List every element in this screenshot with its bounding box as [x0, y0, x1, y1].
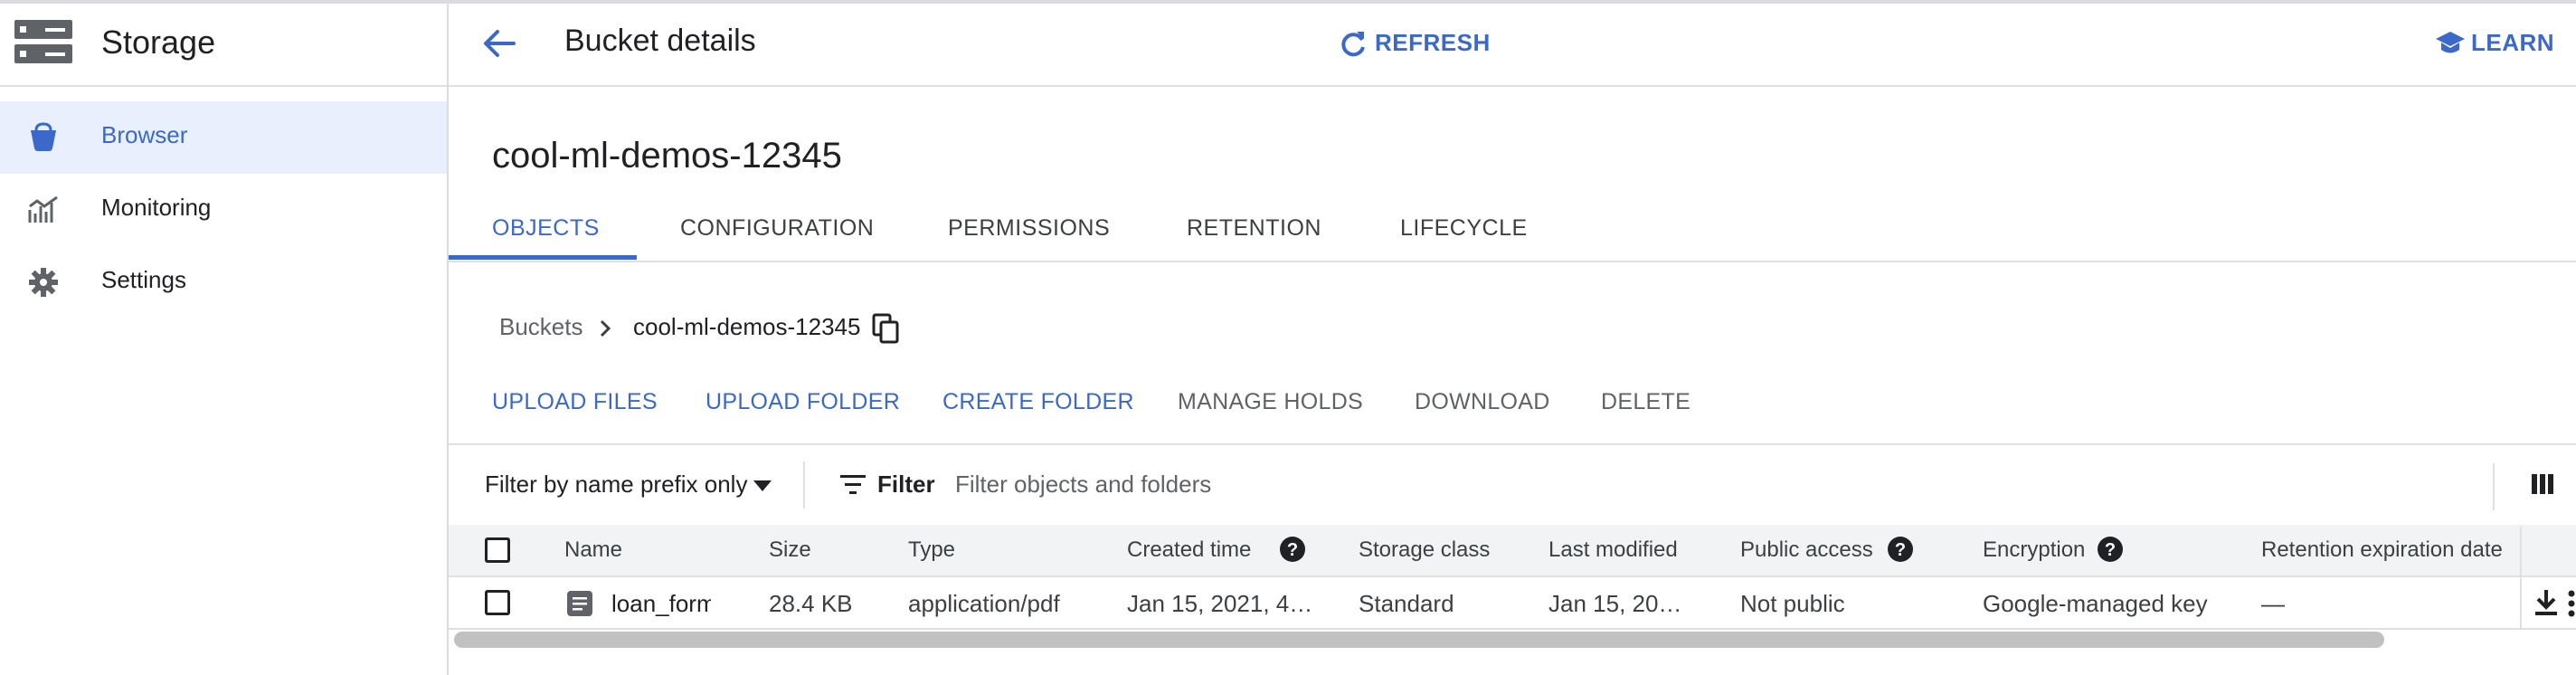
cell-created: Jan 15, 2021, 4…	[1127, 590, 1313, 617]
svg-text:?: ?	[2105, 540, 2116, 560]
cell-encryption: Google-managed key	[1983, 590, 2208, 617]
table-header: Name Size Type Created time ? Storage cl…	[449, 525, 2576, 577]
help-icon[interactable]: ?	[1279, 536, 1306, 567]
filter-divider	[803, 461, 805, 509]
help-icon[interactable]: ?	[2097, 536, 2124, 567]
tab-retention[interactable]: RETENTION	[1187, 215, 1321, 242]
svg-text:?: ?	[1895, 540, 1906, 560]
tab-permissions[interactable]: PERMISSIONS	[948, 215, 1110, 242]
bucket-icon	[27, 121, 60, 154]
cell-size: 28.4 KB	[769, 590, 853, 617]
download-button[interactable]: DOWNLOAD	[1415, 389, 1550, 415]
back-arrow-icon[interactable]	[481, 25, 517, 62]
sidebar-item-monitoring[interactable]: Monitoring	[0, 174, 447, 246]
gear-icon	[27, 266, 60, 299]
row-checkbox[interactable]	[485, 590, 510, 615]
tab-bar: OBJECTS CONFIGURATION PERMISSIONS RETENT…	[449, 208, 2576, 262]
chevron-right-icon	[597, 318, 613, 343]
sidebar-item-label: Settings	[101, 266, 186, 293]
table-row[interactable]: loan_form 28.4 KB application/pdf Jan 15…	[449, 577, 2576, 630]
filter-list-icon	[839, 472, 867, 500]
delete-button[interactable]: DELETE	[1601, 389, 1690, 415]
cell-retention: —	[2261, 590, 2285, 617]
column-header-encryption[interactable]: Encryption	[1983, 537, 2085, 563]
cell-type: application/pdf	[908, 590, 1060, 617]
refresh-icon	[1341, 32, 1365, 57]
download-icon[interactable]	[2533, 588, 2560, 622]
column-header-created[interactable]: Created time	[1127, 537, 1251, 563]
svg-text:?: ?	[1287, 540, 1298, 560]
cell-public-access: Not public	[1740, 590, 1845, 617]
column-header-public-access[interactable]: Public access	[1740, 537, 1873, 563]
cell-storage-class: Standard	[1359, 590, 1454, 617]
cell-last-modified: Jan 15, 20…	[1548, 590, 1682, 617]
school-icon	[2436, 32, 2465, 53]
learn-label: LEARN	[2471, 29, 2555, 56]
sidebar-header: Storage	[0, 4, 447, 87]
storage-icon	[14, 20, 72, 70]
monitoring-icon	[27, 194, 60, 226]
more-vert-icon[interactable]	[2567, 590, 2576, 622]
upload-files-button[interactable]: UPLOAD FILES	[492, 389, 658, 415]
manage-holds-button[interactable]: MANAGE HOLDS	[1178, 389, 1363, 415]
select-all-checkbox[interactable]	[485, 537, 510, 563]
help-icon[interactable]: ?	[1887, 536, 1914, 567]
upload-folder-button[interactable]: UPLOAD FOLDER	[706, 389, 900, 415]
tab-objects[interactable]: OBJECTS	[492, 215, 600, 242]
page-header: Bucket details REFRESH LEARN	[449, 4, 2576, 87]
sidebar-title: Storage	[101, 24, 216, 61]
sticky-column-divider	[2520, 527, 2522, 630]
column-header-name[interactable]: Name	[564, 537, 622, 563]
filter-bar: Filter by name prefix only Filter	[449, 443, 2576, 527]
active-tab-indicator	[449, 255, 637, 260]
column-header-size[interactable]: Size	[769, 537, 811, 563]
breadcrumb-current: cool-ml-demos-12345	[633, 313, 861, 340]
filter-input[interactable]	[953, 465, 1681, 503]
tab-lifecycle[interactable]: LIFECYCLE	[1400, 215, 1528, 242]
caret-down-icon	[753, 480, 772, 497]
copy-icon[interactable]	[872, 313, 899, 348]
breadcrumb-buckets[interactable]: Buckets	[499, 313, 583, 341]
bucket-name-heading: cool-ml-demos-12345	[492, 136, 842, 176]
sidebar-item-label: Browser	[101, 121, 188, 148]
column-header-type[interactable]: Type	[908, 537, 955, 563]
horizontal-scrollbar[interactable]	[454, 632, 2384, 648]
document-icon	[566, 590, 593, 622]
sidebar-item-label: Monitoring	[101, 194, 212, 221]
refresh-label: REFRESH	[1375, 29, 1491, 56]
column-divider	[2493, 463, 2495, 510]
column-header-retention[interactable]: Retention expiration date	[2261, 537, 2504, 563]
column-header-storage-class[interactable]: Storage class	[1359, 537, 1490, 563]
page-title: Bucket details	[564, 24, 756, 58]
sidebar-item-settings[interactable]: Settings	[0, 246, 447, 318]
main-content: Bucket details REFRESH LEARN cool-ml-dem…	[449, 4, 2576, 675]
sidebar: Storage Browser Monitoring Settings	[0, 4, 449, 675]
create-folder-button[interactable]: CREATE FOLDER	[942, 389, 1134, 415]
column-display-icon[interactable]	[2531, 472, 2554, 500]
file-name-link[interactable]: loan_form	[611, 590, 711, 618]
sidebar-item-browser[interactable]: Browser	[0, 101, 447, 174]
filter-label: Filter	[877, 471, 935, 498]
filter-mode-select[interactable]: Filter by name prefix only	[485, 471, 747, 499]
column-header-last-modified[interactable]: Last modified	[1548, 537, 1678, 563]
tab-configuration[interactable]: CONFIGURATION	[680, 215, 874, 242]
